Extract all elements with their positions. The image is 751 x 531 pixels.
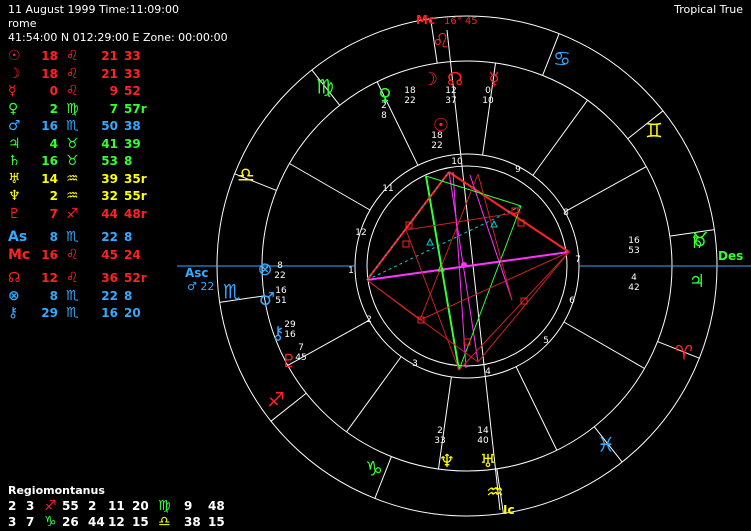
zodiac-sign-icon: ♒ — [486, 480, 504, 504]
house-cusp-line — [346, 356, 402, 433]
wheel-planet-minutes: 40 — [477, 436, 489, 446]
wheel-planet-icon: ♃ — [689, 271, 705, 292]
wheel-planet-degree: 2 — [437, 426, 443, 436]
wheel-planet-degree: 12 — [445, 86, 456, 96]
house-cusp-line — [289, 163, 371, 211]
wheel-planet-degree: 7 — [298, 343, 304, 353]
wheel-planet-icon: ⚷ — [271, 323, 284, 344]
house-number: 11 — [382, 184, 393, 194]
wheel-planet-minutes: 16 — [284, 330, 296, 340]
zodiac-sign-icon: ♏ — [223, 280, 241, 304]
zodiac-sign-icon: ♐ — [267, 388, 285, 412]
house-cusp-line — [563, 321, 645, 369]
house-number: 3 — [412, 359, 418, 369]
aspect-line — [366, 279, 421, 321]
zodiac-sign-icon: ♊ — [645, 119, 663, 143]
wheel-planet-degree: 2 — [381, 101, 387, 111]
wheel-planet-minutes: 45 — [295, 353, 306, 363]
des-label: Des — [718, 249, 743, 263]
wheel-planet-minutes: 22 — [404, 96, 415, 106]
wheel-planet-minutes: 51 — [275, 296, 286, 306]
ic-label: Ic — [503, 503, 515, 517]
wheel-planet-minutes: 10 — [482, 96, 494, 106]
zodiac-sign-icon: ♈ — [675, 341, 693, 365]
aspect-conjunction-marker — [461, 262, 467, 268]
house-number: 8 — [563, 208, 569, 218]
wheel-planet-icon: ♆ — [439, 451, 455, 472]
house-number: 4 — [485, 367, 491, 377]
aspect-lines — [366, 171, 570, 371]
wheel-planet-icon: ⊗ — [257, 259, 272, 280]
aspect-line — [425, 175, 522, 207]
zodiac-sign-icon: ♓ — [597, 433, 615, 457]
house-number: 6 — [569, 296, 575, 306]
zodiac-sign-icon: ♍ — [316, 75, 334, 99]
house-cusp-line — [564, 166, 647, 213]
wheel-planet-minutes: 42 — [628, 283, 639, 293]
chart-wheel: ♋♊♉♈♓♒♑♐♏♎♍♌ 123456789101112 ☽1822☊1237☿… — [177, 13, 751, 517]
wheel-planet-degree: 0 — [485, 86, 491, 96]
wheel-planet-degree: 18 — [431, 131, 443, 141]
mc-label: Mc — [416, 13, 435, 27]
wheel-planet-degree: 18 — [404, 86, 416, 96]
house-number: 5 — [543, 336, 549, 346]
zodiac-sign-icon: ♑ — [365, 457, 383, 481]
mc-degree: 16° 45 — [444, 16, 478, 27]
wheel-planet-degree: 16 — [275, 286, 287, 296]
aspect-square-marker — [402, 240, 410, 248]
asc-label: Asc — [185, 266, 209, 280]
house-number: 7 — [575, 255, 581, 265]
house-number: 9 — [515, 165, 521, 175]
house-number: 2 — [366, 315, 372, 325]
wheel-planet-minutes: 53 — [628, 246, 639, 256]
zodiac-sign-icon: ♎ — [237, 163, 255, 187]
wheel-planet-degree: 16 — [628, 236, 640, 246]
wheel-planet-minutes: 8 — [381, 111, 387, 121]
asc-sub-label: ♂ 22 — [187, 280, 214, 293]
wheel-planet-minutes: 22 — [431, 141, 442, 151]
wheel-planet-icon: ♅ — [480, 451, 496, 472]
wheel-planet-minutes: 22 — [274, 271, 285, 281]
aspect-line — [405, 211, 522, 231]
wheel-planet-degree: 29 — [284, 320, 296, 330]
aspect-line — [405, 229, 460, 371]
house-cusp-line — [532, 99, 588, 176]
wheel-planet-minutes: 37 — [445, 96, 456, 106]
house-number: 1 — [348, 266, 354, 276]
wheel-planet-degree: 14 — [477, 426, 489, 436]
wheel-planet-icon: ☽ — [422, 69, 438, 90]
house-number: 12 — [355, 228, 366, 238]
wheel-planet-icon: ♄ — [689, 232, 705, 253]
wheel-planet-icon: ♂ — [259, 289, 275, 310]
planet-glyphs: ☽1822☊1237☿010♀28 ☉1822♄1653♃442⊗ 822♂ 1651… — [257, 69, 705, 472]
wheel-planet-minutes: 33 — [434, 436, 445, 446]
zodiac-sign-icon: ♌ — [432, 29, 450, 53]
aspect-line — [477, 173, 513, 301]
house-number: 10 — [451, 157, 463, 167]
wheel-planet-degree: 4 — [631, 273, 637, 283]
aspect-line — [477, 251, 570, 363]
aspect-line — [458, 251, 570, 371]
house-cusp-line — [515, 366, 558, 451]
aspect-trine-marker — [426, 237, 434, 246]
wheel-planet-degree: 8 — [277, 261, 283, 271]
zodiac-sign-icon: ♋ — [553, 47, 571, 71]
